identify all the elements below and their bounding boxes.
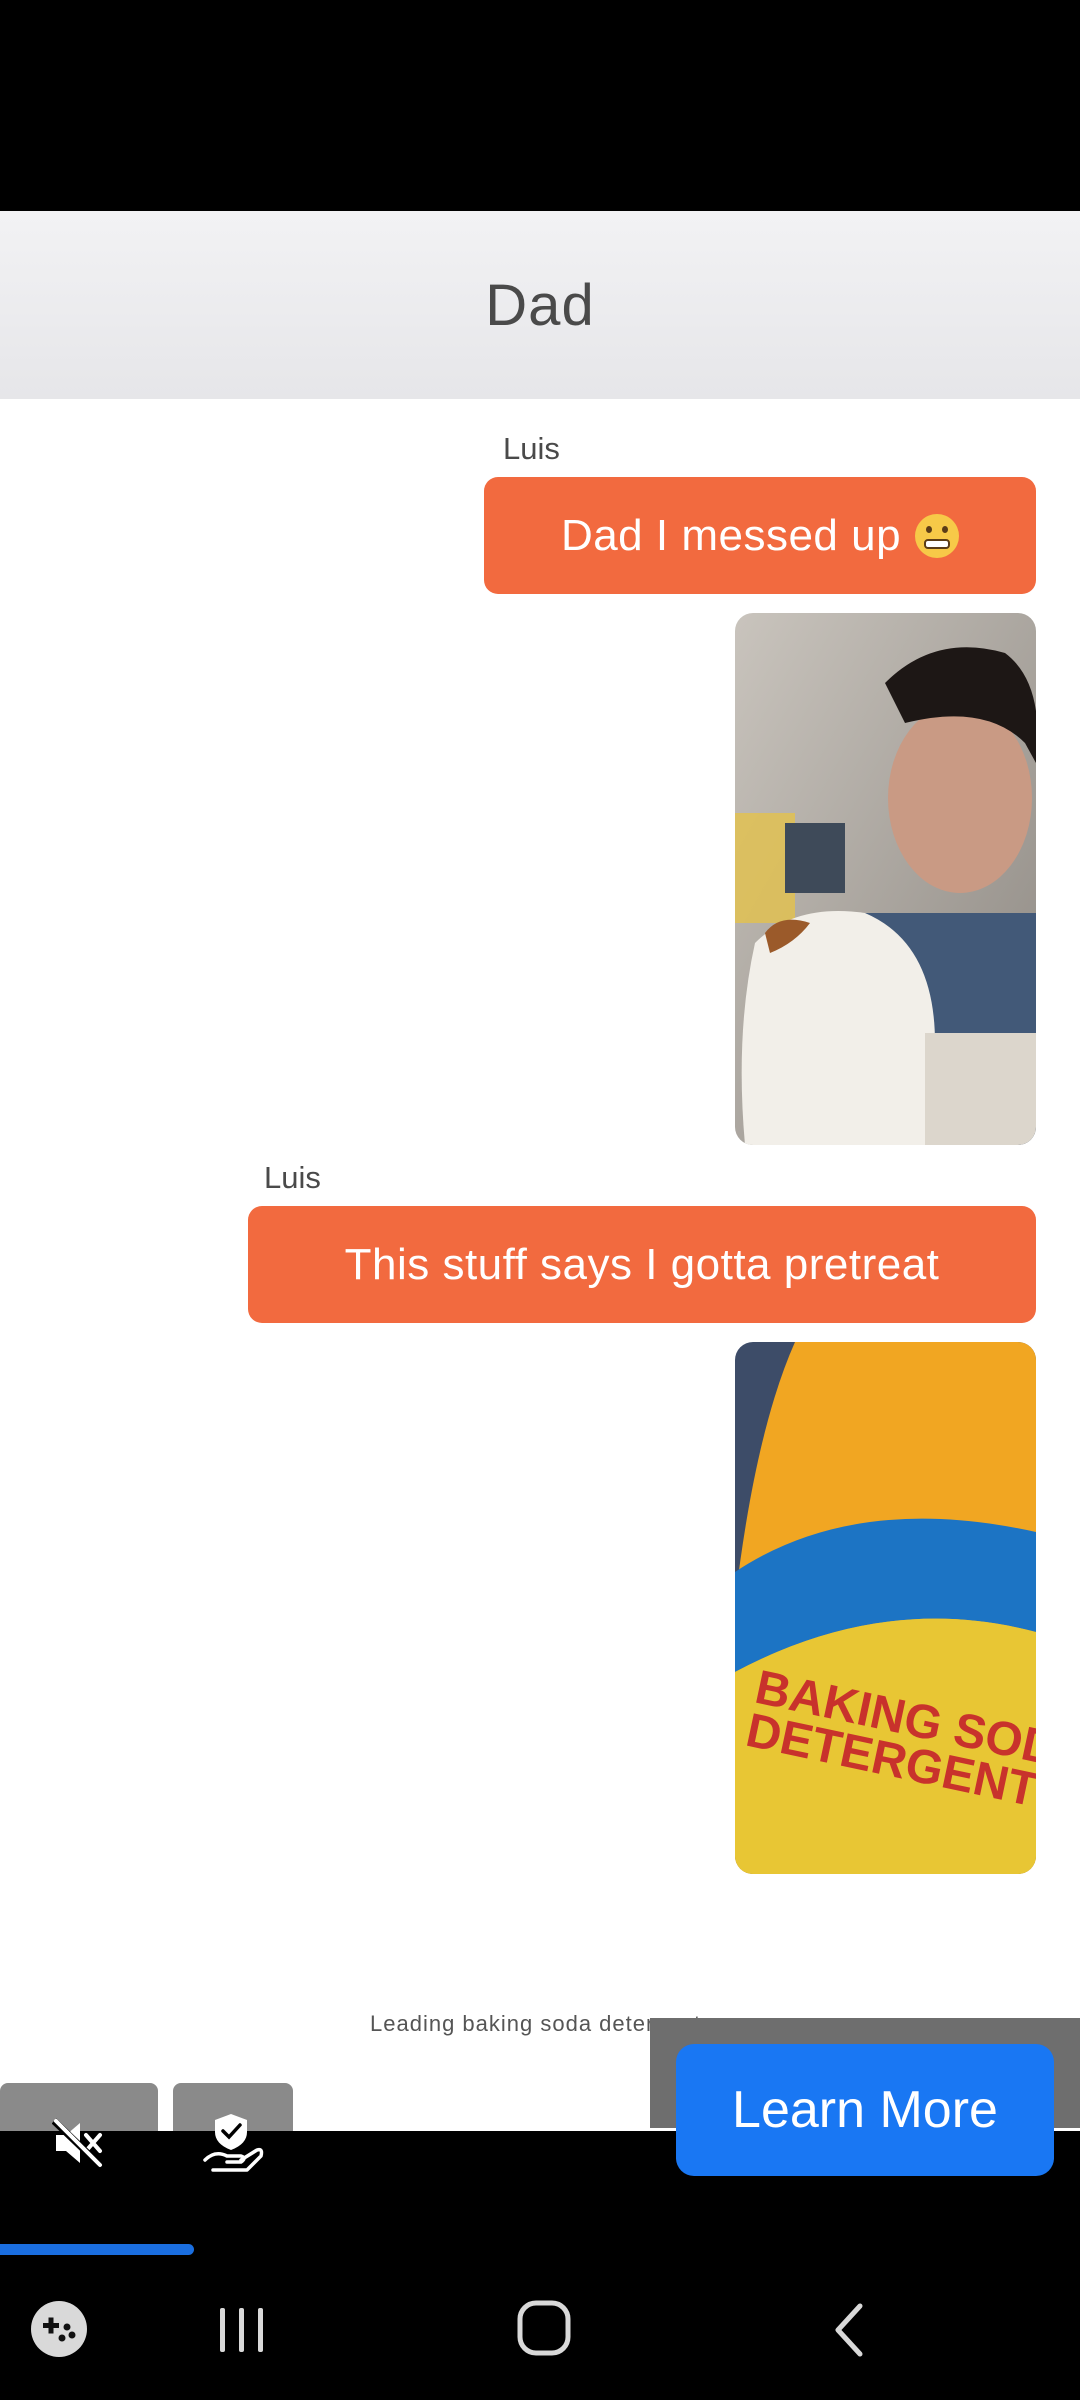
ad-progress-bar (0, 2244, 1080, 2255)
grimacing-face-emoji (915, 513, 960, 558)
message-sender: Luis (503, 431, 560, 466)
message-photo[interactable]: BAKING SODADETERGENT (735, 1342, 1036, 1874)
recent-apps-icon[interactable] (216, 2304, 268, 2356)
home-icon[interactable] (516, 2299, 572, 2357)
learn-more-button[interactable]: Learn More (676, 2044, 1054, 2176)
message-text: Dad I messed up (560, 510, 902, 560)
chat-screen: Dad Luis Dad I messed up Luis This stuff… (0, 211, 1080, 2131)
system-navigation-bar (0, 2270, 1080, 2400)
chat-header: Dad (0, 211, 1080, 399)
chat-title: Dad (485, 272, 595, 338)
message-photo[interactable] (735, 613, 1036, 1145)
message-bubble[interactable]: Dad I messed up (484, 477, 1036, 594)
message-sender: Luis (264, 1160, 321, 1195)
photo-detergent-bottle: BAKING SODADETERGENT (735, 1342, 1036, 1874)
message-text: This stuff says I gotta pretreat (344, 1239, 940, 1289)
photo-man-holding-stained-shirt (735, 613, 1036, 1145)
back-icon[interactable] (828, 2300, 868, 2360)
message-bubble[interactable]: This stuff says I gotta pretreat (248, 1206, 1036, 1323)
ad-progress-fill (0, 2244, 195, 2255)
ad-choices-shield-icon[interactable] (203, 2112, 265, 2174)
game-launcher-icon[interactable] (30, 2300, 88, 2358)
mute-icon[interactable] (51, 2117, 104, 2169)
status-bar-area (0, 0, 1080, 211)
